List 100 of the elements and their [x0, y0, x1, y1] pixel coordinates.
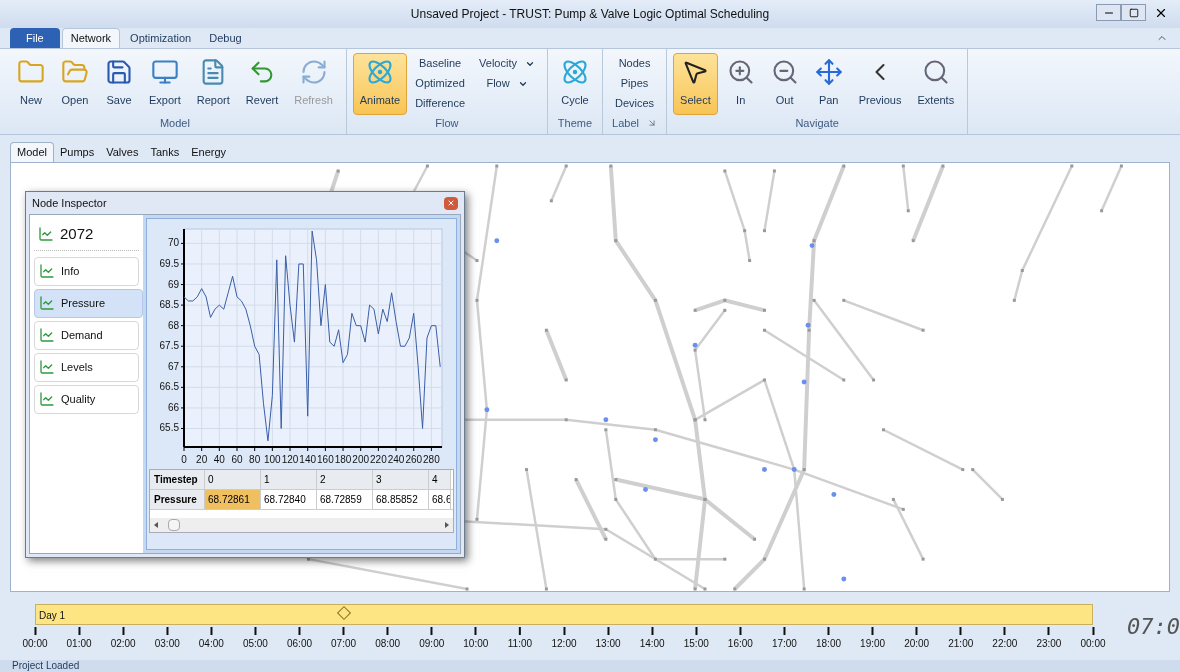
chart-icon: [38, 226, 54, 243]
hour-label: 18:00: [816, 637, 841, 651]
ribbon-button[interactable]: In: [719, 53, 762, 115]
x-tick-label: 280: [423, 454, 440, 465]
ribbon-option[interactable]: Difference: [415, 95, 466, 112]
restore-icon: [1128, 7, 1139, 18]
ribbon-tab[interactable]: Debug: [201, 28, 250, 48]
timeline-track[interactable]: Day 1: [35, 604, 1093, 625]
hour-label: 21:00: [948, 637, 974, 651]
hour-label: 22:00: [992, 637, 1018, 651]
clock-display: 07:0: [1127, 613, 1180, 641]
hour-label: 15:00: [683, 637, 709, 651]
view-tab[interactable]: Tanks: [144, 142, 186, 162]
ribbon-button[interactable]: Revert: [238, 53, 286, 115]
molecule-icon: [561, 58, 589, 86]
close-icon: [447, 199, 455, 207]
hour-label: 05:00: [242, 637, 268, 651]
row-header: Timestep: [150, 470, 205, 489]
ribbon-option[interactable]: Devices: [615, 95, 655, 112]
hour-label: 11:00: [507, 637, 533, 651]
ribbon-tab[interactable]: File: [10, 28, 60, 48]
ribbon-button[interactable]: New: [10, 53, 52, 115]
x-tick-label: 240: [387, 454, 405, 465]
ribbon-option[interactable]: Baseline: [419, 55, 462, 72]
ribbon-button[interactable]: Pan: [807, 53, 850, 115]
ribbon-option[interactable]: Flow: [486, 75, 528, 92]
x-tick-label: 80: [249, 454, 261, 465]
x-tick-label: 200: [352, 454, 370, 465]
x-tick-label: 120: [281, 454, 299, 465]
table-cell: 2: [317, 470, 373, 489]
view-tab[interactable]: Model: [10, 142, 54, 162]
table-cell: 3: [373, 470, 429, 489]
ribbon-button[interactable]: Save: [98, 53, 140, 115]
ribbon-tab[interactable]: Network: [61, 28, 121, 48]
window-icon: [150, 58, 179, 86]
hour-label: 16:00: [727, 637, 753, 651]
ribbon-button[interactable]: Out: [763, 53, 806, 115]
ribbon-option[interactable]: Nodes: [618, 55, 651, 72]
table-cell: 68.85852: [373, 490, 429, 509]
y-tick-label: 70: [167, 237, 179, 249]
x-tick-label: 0: [181, 454, 187, 465]
hour-label: 10:00: [463, 637, 489, 651]
window-title: Unsaved Project - TRUST: Pump & Valve Logic Optimal Scheduling: [410, 6, 770, 23]
inspector-tab[interactable]: Demand: [34, 320, 139, 350]
ribbon-button[interactable]: Report: [189, 53, 237, 115]
hour-label: 02:00: [110, 637, 136, 651]
ribbon-tab[interactable]: Optimization: [122, 28, 200, 48]
x-tick-label: 220: [370, 454, 387, 465]
ribbon-option[interactable]: Velocity: [479, 55, 535, 72]
view-tab[interactable]: Pumps: [53, 142, 101, 162]
ribbon-option[interactable]: Optimized: [415, 75, 465, 92]
group-title: Label: [612, 115, 639, 131]
table-cell: 68.72840: [261, 490, 317, 509]
hour-label: 08:00: [375, 637, 401, 651]
x-tick-label: 20: [196, 454, 208, 465]
view-tab[interactable]: Energy: [185, 142, 233, 162]
y-tick-label: 66.5: [159, 381, 179, 393]
minimize-button[interactable]: [1096, 4, 1121, 21]
hour-label: 03:00: [154, 637, 180, 651]
y-tick-label: 65.5: [159, 422, 179, 434]
hour-label: 20:00: [904, 637, 930, 651]
ribbon-button[interactable]: Previous: [851, 53, 909, 115]
hour-label: 01:00: [66, 637, 92, 651]
x-tick-label: 100: [264, 454, 281, 465]
x-tick-label: 160: [317, 454, 334, 465]
node-id: 2072: [60, 224, 94, 244]
ribbon-option[interactable]: Pipes: [620, 75, 649, 92]
dialog-launcher-icon[interactable]: [647, 118, 657, 128]
ribbon-button[interactable]: Select: [673, 53, 718, 115]
chart-icon: [39, 359, 55, 375]
hour-label: 12:00: [551, 637, 577, 651]
table-cell: 0: [205, 470, 261, 489]
ribbon-button[interactable]: Open: [54, 53, 96, 115]
hour-label: 17:00: [771, 637, 797, 651]
ribbon-button[interactable]: Animate: [352, 53, 408, 115]
group-title: Theme: [557, 116, 593, 132]
inspector-tab[interactable]: Pressure: [34, 288, 143, 318]
table-cell: 4: [429, 470, 451, 489]
inspector-tab[interactable]: Info: [34, 256, 139, 286]
hour-label: 00:00: [22, 637, 48, 651]
inspector-tab[interactable]: Quality: [34, 384, 139, 414]
inspector-tab[interactable]: Levels: [34, 352, 139, 382]
y-tick-label: 66: [167, 401, 179, 413]
group-title: Model: [159, 116, 190, 132]
x-tick-label: 260: [405, 454, 423, 465]
x-tick-label: 40: [213, 454, 225, 465]
ribbon-button[interactable]: Export: [142, 53, 188, 115]
chart-icon: [39, 391, 55, 407]
group-title: Navigate: [795, 116, 839, 132]
molecule-icon: [365, 58, 394, 86]
ribbon-button[interactable]: Extents: [910, 53, 962, 115]
restore-button[interactable]: [1121, 4, 1146, 21]
y-tick-label: 69: [167, 278, 179, 290]
hour-label: 07:00: [331, 637, 357, 651]
hour-label: 04:00: [198, 637, 224, 651]
ribbon-button[interactable]: Cycle: [554, 53, 596, 115]
y-tick-label: 68.5: [159, 299, 179, 311]
x-tick-label: 60: [231, 454, 243, 465]
horizontal-scrollbar[interactable]: [150, 518, 453, 532]
view-tab[interactable]: Valves: [100, 142, 145, 162]
